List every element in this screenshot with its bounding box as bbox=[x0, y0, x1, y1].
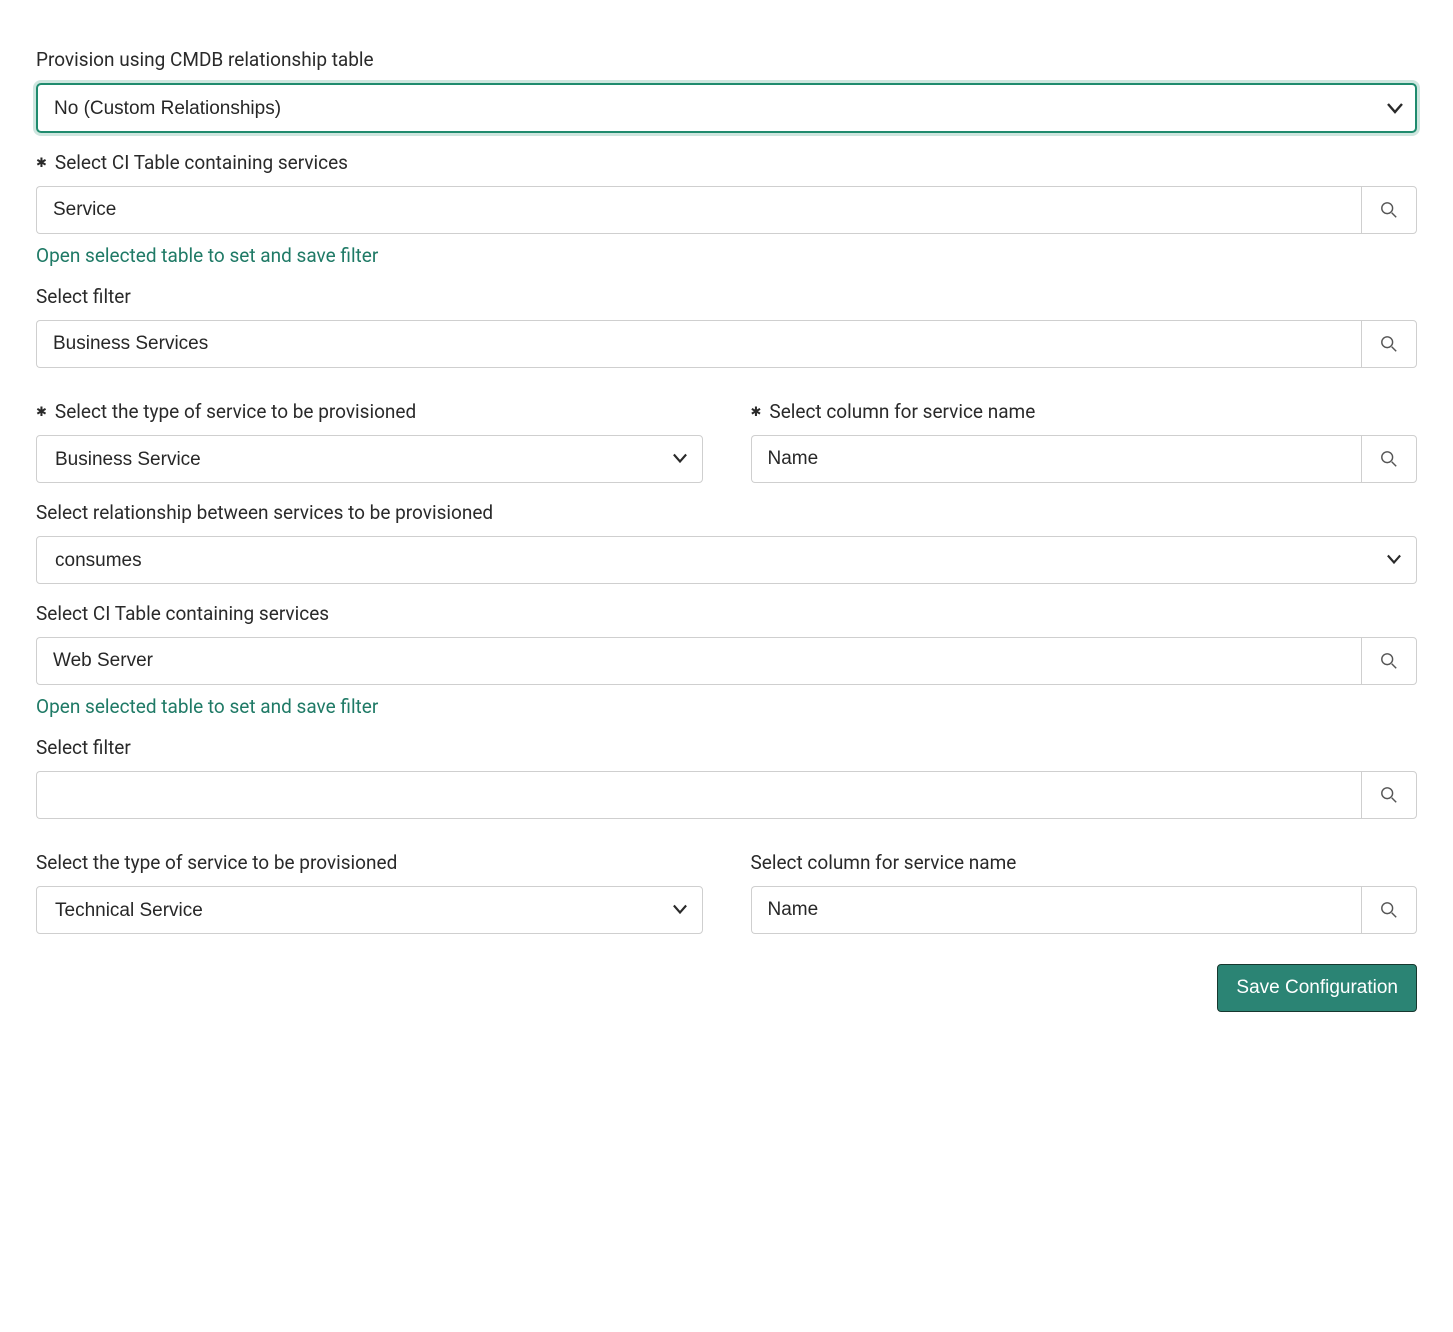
open-table-filter-link-2[interactable]: Open selected table to set and save filt… bbox=[36, 695, 378, 718]
service-type-1-select[interactable]: Business Service bbox=[36, 435, 703, 483]
ci-table-1-label: Select CI Table containing services bbox=[36, 151, 1417, 174]
search-icon bbox=[1380, 335, 1398, 353]
ci-table-1-input[interactable] bbox=[36, 186, 1361, 234]
service-type-2-label: Select the type of service to be provisi… bbox=[36, 851, 703, 874]
search-icon bbox=[1380, 786, 1398, 804]
service-type-1-label: Select the type of service to be provisi… bbox=[36, 400, 703, 423]
filter-1-search-button[interactable] bbox=[1361, 320, 1417, 368]
search-icon bbox=[1380, 201, 1398, 219]
service-name-col-2-search-button[interactable] bbox=[1361, 886, 1417, 934]
filter-1-label: Select filter bbox=[36, 285, 1417, 308]
filter-1-input[interactable] bbox=[36, 320, 1361, 368]
save-configuration-button[interactable]: Save Configuration bbox=[1217, 964, 1417, 1012]
search-icon bbox=[1380, 652, 1398, 670]
search-icon bbox=[1380, 450, 1398, 468]
relationship-select[interactable]: consumes bbox=[36, 536, 1417, 584]
ci-table-2-input[interactable] bbox=[36, 637, 1361, 685]
ci-table-2-search-button[interactable] bbox=[1361, 637, 1417, 685]
filter-2-search-button[interactable] bbox=[1361, 771, 1417, 819]
search-icon bbox=[1380, 901, 1398, 919]
ci-table-1-search-button[interactable] bbox=[1361, 186, 1417, 234]
service-name-col-1-input[interactable] bbox=[751, 435, 1362, 483]
provision-cmdb-label: Provision using CMDB relationship table bbox=[36, 48, 1417, 71]
service-name-col-2-input[interactable] bbox=[751, 886, 1362, 934]
service-name-col-1-search-button[interactable] bbox=[1361, 435, 1417, 483]
service-name-col-2-label: Select column for service name bbox=[751, 851, 1418, 874]
service-name-col-1-label: Select column for service name bbox=[751, 400, 1418, 423]
filter-2-input[interactable] bbox=[36, 771, 1361, 819]
filter-2-label: Select filter bbox=[36, 736, 1417, 759]
relationship-label: Select relationship between services to … bbox=[36, 501, 1417, 524]
ci-table-2-label: Select CI Table containing services bbox=[36, 602, 1417, 625]
provision-cmdb-select[interactable]: No (Custom Relationships) bbox=[36, 83, 1417, 133]
open-table-filter-link-1[interactable]: Open selected table to set and save filt… bbox=[36, 244, 378, 267]
service-type-2-select[interactable]: Technical Service bbox=[36, 886, 703, 934]
